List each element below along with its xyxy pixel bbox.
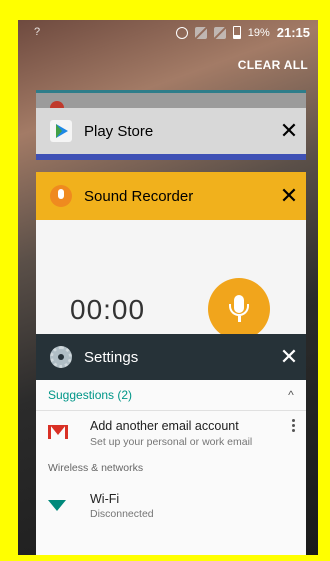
card-header: Play Store ✕ bbox=[36, 108, 306, 154]
recording-timer: 00:00 bbox=[70, 294, 146, 325]
card-title: Sound Recorder bbox=[84, 187, 194, 205]
close-icon[interactable]: ✕ bbox=[272, 108, 306, 154]
play-store-icon bbox=[50, 120, 72, 142]
card-title: Play Store bbox=[84, 122, 154, 140]
card-header: Settings ✕ bbox=[36, 334, 306, 380]
recents-screen: ? 19% 21:15 CLEAR ALL Play Store ✕ Sound… bbox=[18, 20, 318, 555]
sound-recorder-icon bbox=[50, 185, 72, 207]
battery-icon bbox=[232, 26, 241, 39]
suggestions-label: Suggestions (2) bbox=[48, 388, 133, 402]
suggestion-title: Add another email account bbox=[90, 419, 239, 433]
gmail-icon bbox=[48, 425, 68, 439]
card-title: Settings bbox=[84, 348, 139, 366]
wifi-status: Disconnected bbox=[90, 508, 154, 520]
suggestions-header[interactable]: Suggestions (2) ^ bbox=[36, 380, 306, 410]
status-bar: ? 19% 21:15 bbox=[18, 20, 318, 46]
settings-card[interactable]: Settings ✕ Suggestions (2) ^ Add another… bbox=[36, 334, 306, 555]
clock-time: 21:15 bbox=[276, 25, 310, 40]
more-options-icon[interactable] bbox=[292, 419, 296, 434]
no-sim-icon bbox=[194, 26, 207, 39]
wifi-unknown-icon: ? bbox=[34, 26, 41, 38]
record-button[interactable] bbox=[208, 278, 270, 340]
section-header: Wireless & networks bbox=[48, 462, 144, 474]
clear-all-button[interactable]: CLEAR ALL bbox=[238, 58, 308, 72]
status-icons: 19% 21:15 bbox=[175, 25, 310, 40]
battery-percent: 19% bbox=[247, 26, 270, 39]
wifi-icon bbox=[48, 500, 66, 511]
close-icon[interactable]: ✕ bbox=[272, 334, 306, 380]
gear-icon bbox=[50, 346, 72, 368]
wifi-setting-item[interactable]: Wi-Fi Disconnected bbox=[36, 484, 306, 530]
suggestion-subtitle: Set up your personal or work email bbox=[90, 436, 253, 448]
close-icon[interactable]: ✕ bbox=[272, 173, 306, 219]
play-store-card[interactable]: Play Store ✕ bbox=[36, 108, 306, 160]
chevron-up-icon[interactable]: ^ bbox=[276, 388, 306, 402]
wifi-title: Wi-Fi bbox=[90, 492, 120, 506]
sound-recorder-card[interactable]: Sound Recorder ✕ 00:00 bbox=[36, 172, 306, 352]
card-header: Sound Recorder ✕ bbox=[36, 172, 306, 220]
alarm-icon bbox=[175, 26, 188, 39]
no-sim-icon bbox=[213, 26, 226, 39]
suggestion-item[interactable]: Add another email account Set up your pe… bbox=[36, 411, 306, 455]
